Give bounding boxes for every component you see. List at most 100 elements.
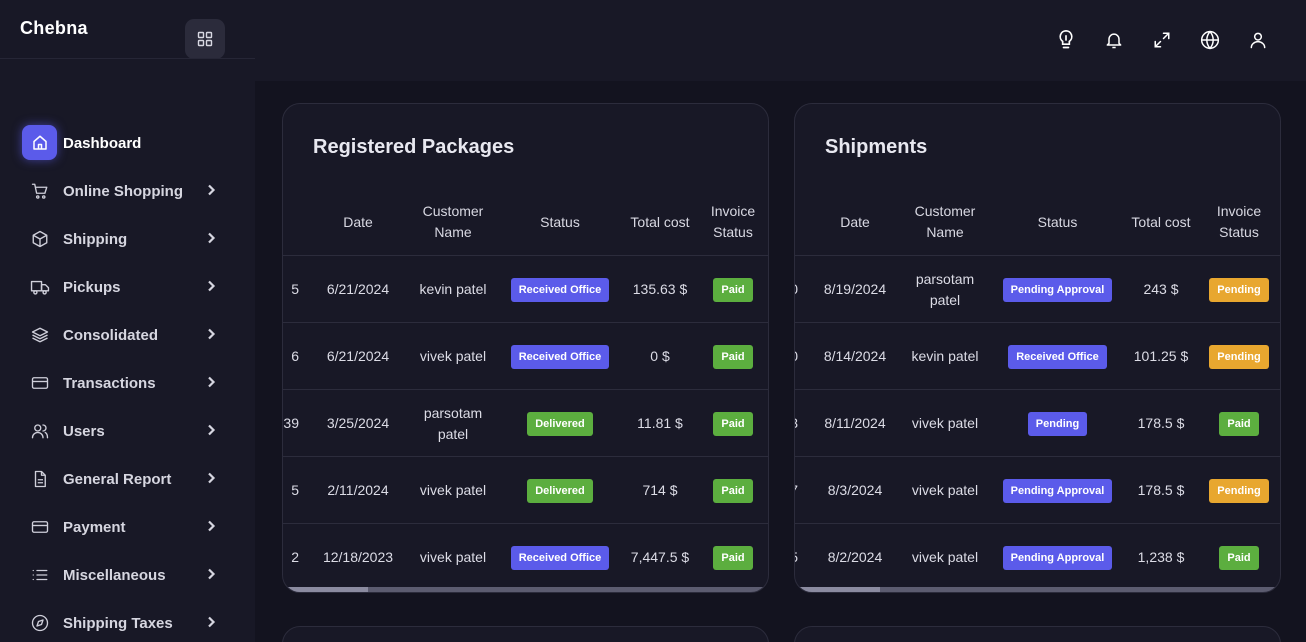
sidebar-item-dashboard[interactable]: Dashboard xyxy=(0,119,255,167)
total-cost-cell-text: 714 $ xyxy=(642,482,678,498)
lightbulb-icon[interactable] xyxy=(1054,28,1078,52)
status-cell: Delivered xyxy=(505,457,615,524)
customer-cell: parsotam patel xyxy=(905,256,985,323)
column-header[interactable]: Invoice Status xyxy=(1206,188,1272,256)
users-icon xyxy=(22,413,57,448)
row-id-cell-text: 3 xyxy=(795,413,798,434)
customer-cell: kevin patel xyxy=(905,323,985,390)
total-cost-cell-text: 0 $ xyxy=(650,348,670,364)
table-row[interactable]: 5 8/2/2024 vivek patel Pending Approval 1,23… xyxy=(795,524,1280,591)
customer-cell-text: parsotam patel xyxy=(915,270,975,308)
status-cell: Received Office xyxy=(995,323,1120,390)
chevron-right-icon xyxy=(204,471,218,485)
table-row[interactable]: 39 3/25/2024 parsotam patel Delivered 11.81 … xyxy=(283,390,768,457)
row-id-cell: 6 xyxy=(283,323,299,390)
column-header[interactable]: Invoice Status xyxy=(701,188,765,256)
status-badge: Pending Approval xyxy=(1002,545,1113,570)
customer-cell-text: kevin patel xyxy=(911,348,979,364)
invoice-status-cell: Paid xyxy=(701,390,765,457)
total-cost-cell-text: 7,447.5 $ xyxy=(630,549,690,565)
user-icon[interactable] xyxy=(1246,28,1270,52)
row-id-cell: 2 xyxy=(283,524,299,591)
invoice-badge: Pending xyxy=(1209,344,1269,369)
table-row[interactable]: 7 8/3/2024 vivek patel Pending Approval 178.… xyxy=(795,457,1280,524)
chevron-right-icon xyxy=(204,327,218,341)
scrollbar-thumb[interactable] xyxy=(795,587,880,592)
column-header[interactable]: Date xyxy=(810,188,900,256)
invoice-status-cell: Paid xyxy=(1206,390,1272,457)
table-row[interactable]: 0 8/14/2024 kevin patel Received Office 101.… xyxy=(795,323,1280,390)
customer-cell-text: vivek patel xyxy=(911,482,979,498)
date-cell-text: 8/2/2024 xyxy=(827,549,883,565)
horizontal-scrollbar[interactable] xyxy=(795,587,1280,592)
globe-icon[interactable] xyxy=(1198,28,1222,52)
customer-cell-text: vivek patel xyxy=(419,482,487,498)
row-id-cell-text: 6 xyxy=(291,348,299,364)
row-id-cell: 5 xyxy=(283,457,299,524)
table-row[interactable]: 3 8/11/2024 vivek patel Pending 178.5 $ Paid xyxy=(795,390,1280,457)
status-badge: Received Office xyxy=(510,277,610,302)
sidebar-item-miscellaneous[interactable]: Miscellaneous xyxy=(0,551,255,599)
card-icon xyxy=(22,365,57,400)
table-header: Date Customer Name Status Total cost Inv… xyxy=(795,188,1280,256)
status-cell: Delivered xyxy=(505,390,615,457)
row-id-cell: 7 xyxy=(795,457,798,524)
invoice-status-cell: Paid xyxy=(701,457,765,524)
customer-cell: kevin patel xyxy=(413,256,493,323)
sidebar-item-consolidated[interactable]: Consolidated xyxy=(0,311,255,359)
sidebar-item-general-report[interactable]: General Report xyxy=(0,455,255,503)
table-row[interactable]: 2 12/18/2023 vivek patel Received Office 7,4… xyxy=(283,524,768,591)
total-cost-cell: 178.5 $ xyxy=(1127,390,1195,457)
row-id-cell-text: 5 xyxy=(291,281,299,297)
sidebar-item-label: Transactions xyxy=(63,375,156,392)
total-cost-cell: 135.63 $ xyxy=(629,256,691,323)
customer-cell: vivek patel xyxy=(905,524,985,591)
sidebar-item-payment[interactable]: Payment xyxy=(0,503,255,551)
total-cost-cell-text: 178.5 $ xyxy=(1137,482,1185,498)
customer-cell-text: kevin patel xyxy=(419,281,487,297)
customer-cell: vivek patel xyxy=(413,457,493,524)
invoice-badge: Paid xyxy=(713,478,753,503)
column-header[interactable]: Status xyxy=(505,188,615,256)
sidebar-item-label: Pickups xyxy=(63,279,121,296)
column-header[interactable]: Customer Name xyxy=(413,188,493,256)
sidebar-item-transactions[interactable]: Transactions xyxy=(0,359,255,407)
invoice-badge: Paid xyxy=(713,344,753,369)
total-cost-cell-text: 243 $ xyxy=(1143,281,1179,297)
apps-grid-button[interactable] xyxy=(185,19,225,59)
column-header[interactable]: Status xyxy=(995,188,1120,256)
status-badge: Received Office xyxy=(1008,344,1107,369)
date-cell-text: 6/21/2024 xyxy=(326,281,390,297)
sidebar-item-online-shopping[interactable]: Online Shopping xyxy=(0,167,255,215)
date-cell: 8/3/2024 xyxy=(810,457,900,524)
sidebar-item-shipping[interactable]: Shipping xyxy=(0,215,255,263)
invoice-badge: Paid xyxy=(713,545,753,570)
column-header[interactable]: Total cost xyxy=(629,188,691,256)
date-cell-text: 8/3/2024 xyxy=(827,482,883,498)
brand-logo[interactable]: Chebna xyxy=(20,18,88,39)
table-row[interactable]: 5 2/11/2024 vivek patel Delivered 714 $ Paid xyxy=(283,457,768,524)
table-row[interactable]: 6 6/21/2024 vivek patel Received Office 0 $ P… xyxy=(283,323,768,390)
row-id-cell-text: 0 xyxy=(795,279,798,300)
fullscreen-icon[interactable] xyxy=(1150,28,1174,52)
column-header[interactable]: Date xyxy=(313,188,403,256)
status-cell: Received Office xyxy=(505,256,615,323)
column-header[interactable]: Customer Name xyxy=(905,188,985,256)
table-row[interactable]: 5 6/21/2024 kevin patel Received Office 135.… xyxy=(283,256,768,323)
sidebar-item-users[interactable]: Users xyxy=(0,407,255,455)
sidebar-item-shipping-taxes[interactable]: Shipping Taxes xyxy=(0,599,255,642)
date-cell-text: 8/14/2024 xyxy=(823,348,887,364)
table-row[interactable]: 0 8/19/2024 parsotam patel Pending Approval… xyxy=(795,256,1280,323)
scrollbar-thumb[interactable] xyxy=(283,587,368,592)
shipments-card: Shipments Date Customer Name Status Tota… xyxy=(794,103,1281,593)
status-badge: Pending Approval xyxy=(1002,478,1113,503)
horizontal-scrollbar[interactable] xyxy=(283,587,768,592)
total-cost-cell: 1,238 $ xyxy=(1127,524,1195,591)
chevron-right-icon xyxy=(204,279,218,293)
total-cost-cell: 7,447.5 $ xyxy=(629,524,691,591)
sidebar-item-pickups[interactable]: Pickups xyxy=(0,263,255,311)
column-header[interactable]: Total cost xyxy=(1127,188,1195,256)
chevron-right-icon xyxy=(204,231,218,245)
bell-icon[interactable] xyxy=(1102,28,1126,52)
status-cell: Pending Approval xyxy=(995,524,1120,591)
